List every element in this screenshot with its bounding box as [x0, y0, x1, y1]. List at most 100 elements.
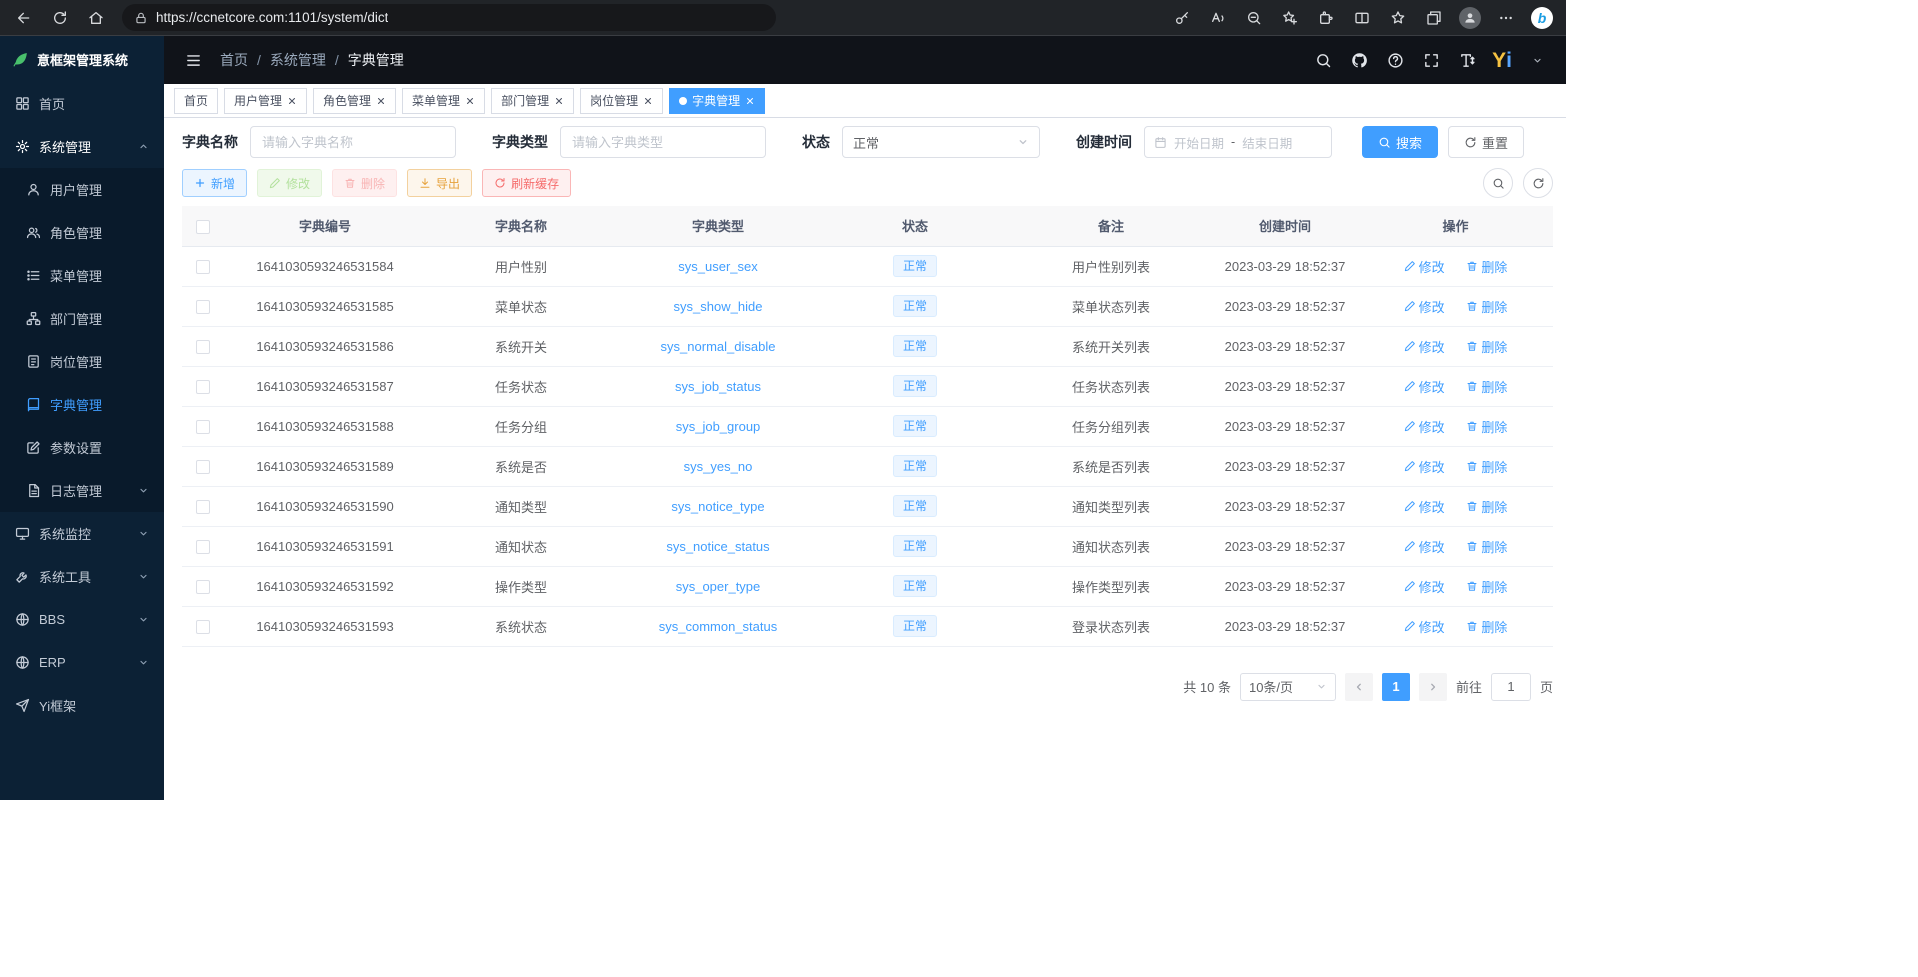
edit-link[interactable]: 修改 [1404, 497, 1445, 516]
sidebar-item[interactable]: 系统管理 [0, 125, 164, 168]
profile-avatar[interactable] [1454, 4, 1486, 32]
edit-link[interactable]: 修改 [1404, 297, 1445, 316]
sidebar-item[interactable]: 日志管理 [0, 469, 164, 512]
font-size-icon[interactable] [1452, 45, 1482, 75]
app-logo[interactable]: 意框架管理系统 [0, 36, 164, 82]
reset-button[interactable]: 重置 [1448, 126, 1524, 158]
sidebar-item[interactable]: 部门管理 [0, 297, 164, 340]
row-checkbox[interactable] [196, 380, 210, 394]
tab-close-icon[interactable] [376, 96, 386, 106]
export-button[interactable]: 导出 [407, 169, 472, 197]
status-select[interactable]: 正常 [842, 126, 1040, 158]
sidebar-item[interactable]: 字典管理 [0, 383, 164, 426]
search-icon[interactable] [1308, 45, 1338, 75]
yi-logo[interactable]: Yi [1488, 50, 1516, 71]
sidebar-item[interactable]: 参数设置 [0, 426, 164, 469]
next-page-button[interactable] [1419, 673, 1447, 701]
row-checkbox[interactable] [196, 580, 210, 594]
edit-link[interactable]: 修改 [1404, 577, 1445, 596]
dict-type-link[interactable]: sys_common_status [659, 619, 778, 634]
sidebar-item[interactable]: 角色管理 [0, 211, 164, 254]
dict-type-link[interactable]: sys_oper_type [676, 579, 761, 594]
tab[interactable]: 首页 [174, 88, 218, 114]
add-button[interactable]: 新增 [182, 169, 247, 197]
dict-type-link[interactable]: sys_normal_disable [661, 339, 776, 354]
select-all-checkbox[interactable] [196, 220, 210, 234]
delete-link[interactable]: 删除 [1466, 297, 1507, 316]
more-icon[interactable] [1490, 4, 1522, 32]
delete-link[interactable]: 删除 [1466, 617, 1507, 636]
refresh-icon[interactable] [44, 4, 76, 32]
edit-link[interactable]: 修改 [1404, 377, 1445, 396]
sidebar-item[interactable]: 系统工具 [0, 555, 164, 598]
edit-link[interactable]: 修改 [1404, 337, 1445, 356]
delete-link[interactable]: 删除 [1466, 537, 1507, 556]
delete-button[interactable]: 删除 [332, 169, 397, 197]
refresh-cache-button[interactable]: 刷新缓存 [482, 169, 571, 197]
date-range-picker[interactable]: 开始日期 - 结束日期 [1144, 126, 1332, 158]
delete-link[interactable]: 删除 [1466, 497, 1507, 516]
tab[interactable]: 菜单管理 [402, 88, 485, 114]
zoom-icon[interactable] [1238, 4, 1270, 32]
edit-link[interactable]: 修改 [1404, 417, 1445, 436]
dict-type-link[interactable]: sys_user_sex [678, 259, 757, 274]
sidebar-item[interactable]: 用户管理 [0, 168, 164, 211]
delete-link[interactable]: 删除 [1466, 457, 1507, 476]
sidebar-item[interactable]: BBS [0, 598, 164, 641]
row-checkbox[interactable] [196, 620, 210, 634]
breadcrumb-item[interactable]: / 系统管理 [257, 50, 326, 70]
tab[interactable]: 字典管理 [669, 88, 765, 114]
dict-type-link[interactable]: sys_yes_no [684, 459, 753, 474]
tab[interactable]: 部门管理 [491, 88, 574, 114]
hamburger-icon[interactable] [178, 45, 208, 75]
dict-type-link[interactable]: sys_notice_type [671, 499, 764, 514]
tab[interactable]: 岗位管理 [580, 88, 663, 114]
prev-page-button[interactable] [1345, 673, 1373, 701]
edit-link[interactable]: 修改 [1404, 537, 1445, 556]
dict-type-link[interactable]: sys_job_group [676, 419, 761, 434]
read-aloud-icon[interactable] [1202, 4, 1234, 32]
lock-icon[interactable] [134, 11, 148, 25]
sidebar-item[interactable]: 岗位管理 [0, 340, 164, 383]
edit-link[interactable]: 修改 [1404, 257, 1445, 276]
delete-link[interactable]: 删除 [1466, 337, 1507, 356]
page-size-select[interactable]: 10条/页 [1240, 673, 1336, 701]
tab-close-icon[interactable] [465, 96, 475, 106]
sidebar-item[interactable]: 系统监控 [0, 512, 164, 555]
sidebar-item[interactable]: 首页 [0, 82, 164, 125]
sidebar-item[interactable]: Yi框架 [0, 684, 164, 727]
toggle-search-button[interactable] [1483, 168, 1513, 198]
delete-link[interactable]: 删除 [1466, 417, 1507, 436]
tab-close-icon[interactable] [554, 96, 564, 106]
row-checkbox[interactable] [196, 340, 210, 354]
home-icon[interactable] [80, 4, 112, 32]
breadcrumb-item[interactable]: 首页 [220, 50, 248, 70]
dict-type-input[interactable] [560, 126, 766, 158]
tab[interactable]: 角色管理 [313, 88, 396, 114]
sidebar-item[interactable]: ERP [0, 641, 164, 684]
sidebar-item[interactable]: 菜单管理 [0, 254, 164, 297]
edit-link[interactable]: 修改 [1404, 457, 1445, 476]
goto-page-input[interactable] [1491, 673, 1531, 701]
key-icon[interactable] [1166, 4, 1198, 32]
edit-button[interactable]: 修改 [257, 169, 322, 197]
breadcrumb-item[interactable]: / 字典管理 [335, 50, 404, 70]
favorite-add-icon[interactable] [1274, 4, 1306, 32]
copilot-icon[interactable]: b [1526, 4, 1558, 32]
dict-name-input[interactable] [250, 126, 456, 158]
row-checkbox[interactable] [196, 540, 210, 554]
dict-type-link[interactable]: sys_job_status [675, 379, 761, 394]
back-icon[interactable] [8, 4, 40, 32]
current-page[interactable]: 1 [1382, 673, 1410, 701]
delete-link[interactable]: 删除 [1466, 577, 1507, 596]
chevron-down-icon[interactable] [1522, 45, 1552, 75]
row-checkbox[interactable] [196, 300, 210, 314]
address-bar[interactable]: https://ccnetcore.com:1101/system/dict [122, 4, 776, 31]
delete-link[interactable]: 删除 [1466, 377, 1507, 396]
help-icon[interactable] [1380, 45, 1410, 75]
tab-close-icon[interactable] [643, 96, 653, 106]
row-checkbox[interactable] [196, 260, 210, 274]
split-screen-icon[interactable] [1346, 4, 1378, 32]
favorites-icon[interactable] [1382, 4, 1414, 32]
tab[interactable]: 用户管理 [224, 88, 307, 114]
